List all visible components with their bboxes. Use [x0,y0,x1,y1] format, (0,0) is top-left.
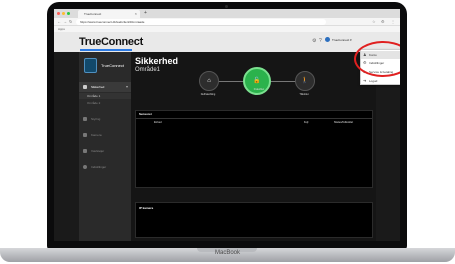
brand-tile[interactable]: TrueConnect [84,57,126,75]
settings-icon[interactable]: ⚙ [312,38,316,44]
sidebar-subitem-omraade1[interactable]: Område 1 [79,93,131,99]
menu-item-label: Logud [369,79,378,83]
sidebar: TrueConnect Sikkerhed ▾ Område 1 Område … [79,52,131,241]
close-window-icon[interactable] [57,12,60,15]
home-icon: ⌂ [207,78,211,84]
chevron-down-icon: ▾ [350,38,352,42]
area-name: Område1 [135,67,161,73]
state-frakoblet[interactable]: 🔓 Frakoblet [243,67,271,95]
state-delfrakobling[interactable]: ⌂ Delfrakobling [199,71,219,96]
sidebar-item-label: Sikkerhed [91,85,105,89]
user-name: TrueConnect [332,38,350,42]
ip-camera-title: IP kamera [139,206,154,210]
tab-close-icon[interactable]: × [135,10,137,18]
browser-menu-icon[interactable]: ⋮ [391,19,395,24]
camera-dot [225,5,228,8]
state-label: Frakoblet [253,88,265,91]
ip-camera-panel: IP kamera [135,202,373,238]
brand-name: TrueConnect [101,63,124,68]
browser-tab[interactable]: TrueConnect × [78,10,140,18]
panel-device-icon [84,58,97,73]
main-content: Sikkerhed Område1 ⌂ Delfrakobling 🔓 Frak… [131,52,376,241]
gear-icon [83,165,87,169]
column-header-status: Status/Udkoblet [334,121,354,124]
logo-underline [80,49,132,51]
browser-tab-bar: TrueConnect × + [54,9,400,18]
laptop-lid: TrueConnect × + ← → ↻ https://www.trueco… [47,2,407,250]
back-icon[interactable]: ← [57,19,61,24]
logout-icon: ➜ [363,78,367,83]
app-window: TrueConnect ⚙ ? TrueConnect ▾ TrueConnec… [54,32,400,241]
sensors-panel: Sensorer Enhed Fejl Status/Udkoblet [135,110,373,188]
sidebar-item-label: Kamera [91,133,102,137]
sidebar-item-label: Værktøjer [91,149,105,153]
extension-icon[interactable]: ⚙ [381,19,385,24]
state-label: Tilkoblet [299,93,309,96]
laptop-label: MacBook [214,250,240,256]
user-avatar[interactable] [325,37,330,42]
sidebar-item-styring[interactable]: Styring [79,114,131,124]
new-tab-button[interactable]: + [144,10,147,16]
bookmark-apps[interactable]: Apps [58,27,65,31]
state-label: Delfrakobling [200,93,216,96]
help-icon[interactable]: ? [319,38,322,44]
menu-item-logud[interactable]: ➜ Logud [361,77,400,85]
sidebar-item-label: Styring [91,117,101,121]
sensors-title: Sensorer [139,112,153,116]
app-logo[interactable]: TrueConnect [79,36,143,48]
reload-icon[interactable]: ↻ [69,19,72,24]
bookmark-star-icon[interactable]: ☆ [372,19,376,24]
tab-title: TrueConnect [84,12,102,16]
app-header: TrueConnect ⚙ ? TrueConnect ▾ [54,32,400,52]
column-header-fejl: Fejl [304,121,309,124]
forward-icon[interactable]: → [63,19,67,24]
sidebar-subitem-omraade2[interactable]: Område 2 [79,100,131,106]
sidebar-item-sikkerhed[interactable]: Sikkerhed ▾ [79,82,131,92]
shield-icon [83,85,87,89]
sidebar-item-indstillinger[interactable]: Indstillinger [79,162,131,172]
minimize-window-icon[interactable] [62,12,65,15]
controls-icon [83,117,87,121]
person-exit-icon: 🚶 [301,78,309,84]
camera-icon [83,133,87,137]
sidebar-item-kamera[interactable]: Kamera [79,130,131,140]
laptop-screen: TrueConnect × + ← → ↻ https://www.trueco… [54,9,400,241]
chevron-down-icon: ▾ [125,84,128,89]
page-title: Sikkerhed [135,56,179,66]
panel-divider [136,118,372,119]
tools-icon [83,149,87,153]
laptop-base: MacBook [0,248,455,262]
column-header-enhed: Enhed [154,121,162,124]
address-bar: ← → ↻ https://www.trueconnect.dk/webclie… [54,18,400,26]
sidebar-item-label: Indstillinger [91,165,107,169]
url-field[interactable]: https://www.trueconnect.dk/webclient/#/o… [76,19,326,25]
zoom-window-icon[interactable] [67,12,70,15]
state-tilkoblet[interactable]: 🚶 Tilkoblet [295,71,315,96]
sidebar-item-vaerktoejer[interactable]: Værktøjer [79,146,131,156]
alarm-state-selector: ⌂ Delfrakobling 🔓 Frakoblet 🚶 Tilkoblet [191,62,321,102]
user-menu-button[interactable]: TrueConnect ▾ [332,38,352,42]
